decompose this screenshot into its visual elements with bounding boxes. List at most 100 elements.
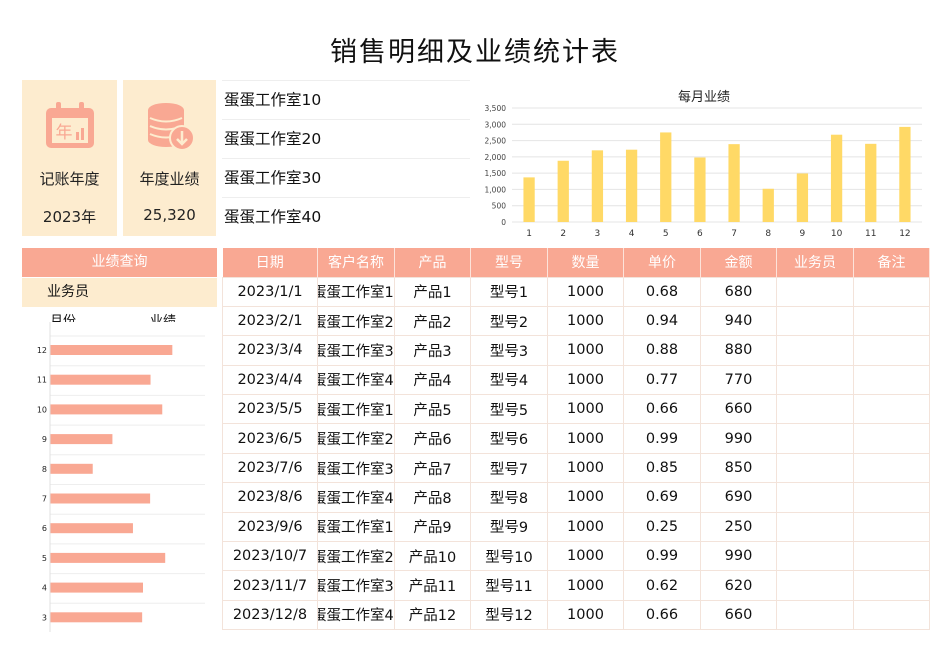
cell-amount[interactable]: 250 xyxy=(700,511,777,543)
cell-customer[interactable]: 蛋蛋工作室10 xyxy=(317,276,395,307)
cell-date[interactable]: 2023/4/4 xyxy=(222,364,318,396)
cell-date[interactable]: 2023/2/1 xyxy=(222,305,318,337)
cell-amount[interactable]: 880 xyxy=(700,335,777,366)
cell-product[interactable]: 产品2 xyxy=(394,305,471,337)
cell-remarks[interactable] xyxy=(853,364,930,396)
cell-salesperson[interactable] xyxy=(776,511,854,543)
cell-customer[interactable]: 蛋蛋工作室20 xyxy=(317,541,395,572)
cell-product[interactable]: 产品7 xyxy=(394,452,471,484)
cell-date[interactable]: 2023/11/7 xyxy=(222,570,318,601)
cell-product[interactable]: 产品6 xyxy=(394,423,471,454)
cell-model[interactable]: 型号4 xyxy=(470,364,548,396)
cell-model[interactable]: 型号2 xyxy=(470,305,548,337)
cell-date[interactable]: 2023/5/5 xyxy=(222,394,318,425)
cell-salesperson[interactable] xyxy=(776,570,854,601)
cell-salesperson[interactable] xyxy=(776,276,854,307)
cell-quantity[interactable]: 1000 xyxy=(547,276,624,307)
cell-customer[interactable]: 蛋蛋工作室40 xyxy=(317,599,395,631)
cell-quantity[interactable]: 1000 xyxy=(547,511,624,543)
cell-remarks[interactable] xyxy=(853,541,930,572)
cell-customer[interactable]: 蛋蛋工作室10 xyxy=(317,394,395,425)
cell-salesperson[interactable] xyxy=(776,541,854,572)
cell-quantity[interactable]: 1000 xyxy=(547,394,624,425)
cell-amount[interactable]: 660 xyxy=(700,394,777,425)
cell-quantity[interactable]: 1000 xyxy=(547,452,624,484)
cell-unit-price[interactable]: 0.25 xyxy=(623,511,701,543)
cell-model[interactable]: 型号1 xyxy=(470,276,548,307)
cell-customer[interactable]: 蛋蛋工作室30 xyxy=(317,452,395,484)
cell-customer[interactable]: 蛋蛋工作室30 xyxy=(317,335,395,366)
cell-model[interactable]: 型号3 xyxy=(470,335,548,366)
cell-amount[interactable]: 660 xyxy=(700,599,777,631)
cell-date[interactable]: 2023/10/7 xyxy=(222,541,318,572)
cell-model[interactable]: 型号9 xyxy=(470,511,548,543)
cell-model[interactable]: 型号8 xyxy=(470,482,548,513)
cell-model[interactable]: 型号10 xyxy=(470,541,548,572)
cell-date[interactable]: 2023/9/6 xyxy=(222,511,318,543)
cell-remarks[interactable] xyxy=(853,482,930,513)
cell-quantity[interactable]: 1000 xyxy=(547,570,624,601)
cell-salesperson[interactable] xyxy=(776,482,854,513)
cell-date[interactable]: 2023/12/8 xyxy=(222,599,318,631)
cell-unit-price[interactable]: 0.62 xyxy=(623,570,701,601)
cell-salesperson[interactable] xyxy=(776,452,854,484)
cell-quantity[interactable]: 1000 xyxy=(547,541,624,572)
cell-salesperson[interactable] xyxy=(776,364,854,396)
cell-customer[interactable]: 蛋蛋工作室20 xyxy=(317,423,395,454)
cell-customer[interactable]: 蛋蛋工作室40 xyxy=(317,364,395,396)
cell-date[interactable]: 2023/8/6 xyxy=(222,482,318,513)
cell-remarks[interactable] xyxy=(853,570,930,601)
cell-remarks[interactable] xyxy=(853,599,930,631)
cell-salesperson[interactable] xyxy=(776,423,854,454)
cell-product[interactable]: 产品3 xyxy=(394,335,471,366)
cell-salesperson[interactable] xyxy=(776,335,854,366)
cell-remarks[interactable] xyxy=(853,452,930,484)
cell-unit-price[interactable]: 0.85 xyxy=(623,452,701,484)
cell-model[interactable]: 型号11 xyxy=(470,570,548,601)
cell-amount[interactable]: 990 xyxy=(700,423,777,454)
cell-remarks[interactable] xyxy=(853,394,930,425)
cell-customer[interactable]: 蛋蛋工作室20 xyxy=(317,305,395,337)
cell-quantity[interactable]: 1000 xyxy=(547,364,624,396)
cell-unit-price[interactable]: 0.66 xyxy=(623,394,701,425)
cell-date[interactable]: 2023/6/5 xyxy=(222,423,318,454)
salesperson-filter[interactable]: 业务员 xyxy=(22,278,217,307)
cell-salesperson[interactable] xyxy=(776,305,854,337)
cell-remarks[interactable] xyxy=(853,511,930,543)
cell-date[interactable]: 2023/3/4 xyxy=(222,335,318,366)
cell-date[interactable]: 2023/1/1 xyxy=(222,276,318,307)
cell-product[interactable]: 产品5 xyxy=(394,394,471,425)
cell-amount[interactable]: 770 xyxy=(700,364,777,396)
cell-unit-price[interactable]: 0.69 xyxy=(623,482,701,513)
cell-salesperson[interactable] xyxy=(776,394,854,425)
cell-unit-price[interactable]: 0.66 xyxy=(623,599,701,631)
cell-unit-price[interactable]: 0.94 xyxy=(623,305,701,337)
cell-unit-price[interactable]: 0.99 xyxy=(623,541,701,572)
cell-amount[interactable]: 690 xyxy=(700,482,777,513)
cell-unit-price[interactable]: 0.88 xyxy=(623,335,701,366)
cell-product[interactable]: 产品1 xyxy=(394,276,471,307)
cell-product[interactable]: 产品11 xyxy=(394,570,471,601)
cell-remarks[interactable] xyxy=(853,305,930,337)
cell-unit-price[interactable]: 0.99 xyxy=(623,423,701,454)
cell-amount[interactable]: 990 xyxy=(700,541,777,572)
cell-amount[interactable]: 940 xyxy=(700,305,777,337)
cell-unit-price[interactable]: 0.77 xyxy=(623,364,701,396)
cell-model[interactable]: 型号5 xyxy=(470,394,548,425)
cell-quantity[interactable]: 1000 xyxy=(547,482,624,513)
cell-model[interactable]: 型号6 xyxy=(470,423,548,454)
cell-quantity[interactable]: 1000 xyxy=(547,335,624,366)
cell-quantity[interactable]: 1000 xyxy=(547,423,624,454)
cell-unit-price[interactable]: 0.68 xyxy=(623,276,701,307)
cell-customer[interactable]: 蛋蛋工作室40 xyxy=(317,482,395,513)
cell-salesperson[interactable] xyxy=(776,599,854,631)
cell-date[interactable]: 2023/7/6 xyxy=(222,452,318,484)
cell-product[interactable]: 产品9 xyxy=(394,511,471,543)
cell-product[interactable]: 产品12 xyxy=(394,599,471,631)
cell-amount[interactable]: 680 xyxy=(700,276,777,307)
cell-amount[interactable]: 620 xyxy=(700,570,777,601)
cell-customer[interactable]: 蛋蛋工作室30 xyxy=(317,570,395,601)
cell-product[interactable]: 产品8 xyxy=(394,482,471,513)
cell-quantity[interactable]: 1000 xyxy=(547,599,624,631)
cell-amount[interactable]: 850 xyxy=(700,452,777,484)
